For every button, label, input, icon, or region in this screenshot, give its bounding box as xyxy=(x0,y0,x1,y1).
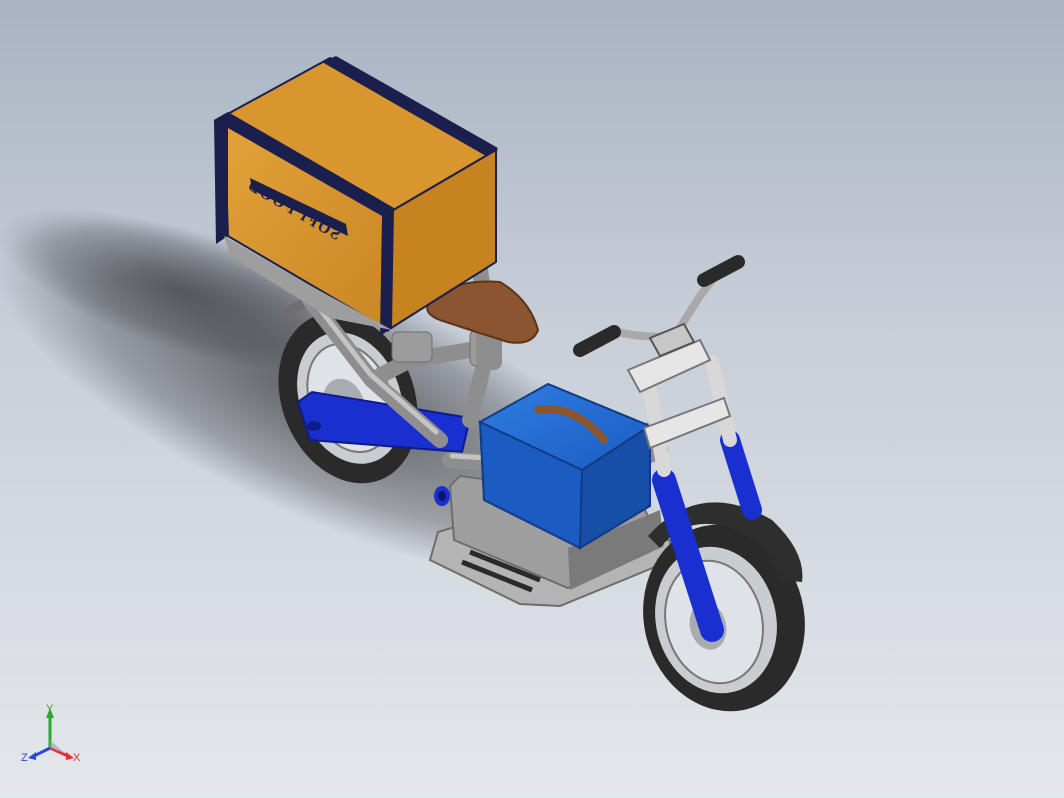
z-axis-label: Z xyxy=(21,752,28,764)
z-axis xyxy=(33,746,51,758)
tray-bolt xyxy=(438,491,446,501)
box-trim xyxy=(380,208,394,336)
z-axis-arrow xyxy=(28,752,36,760)
left-grip[interactable] xyxy=(573,325,621,357)
view-triad[interactable]: Y X Z xyxy=(21,703,81,764)
swing-arm-bolt xyxy=(307,421,321,431)
cad-viewport[interactable]: SOFI FOOD Y X Z xyxy=(0,0,1064,798)
right-grip[interactable] xyxy=(697,255,745,287)
frame-bracket xyxy=(391,331,433,363)
box-trim xyxy=(214,112,228,244)
handlebar[interactable] xyxy=(614,276,716,341)
x-axis-label: X xyxy=(73,752,81,764)
y-axis-label: Y xyxy=(46,703,54,715)
